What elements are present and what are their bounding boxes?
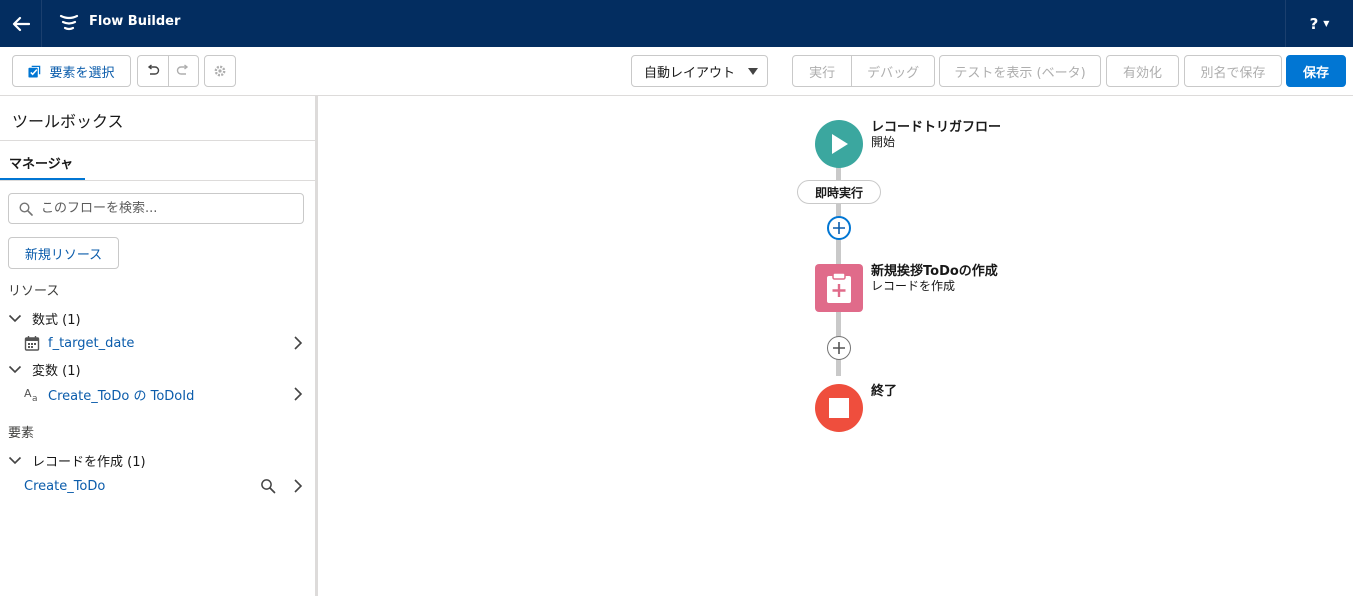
stop-icon [829, 398, 849, 418]
settings-button[interactable] [204, 55, 236, 87]
variable-group-label: 変数 (1) [32, 363, 81, 379]
undo-button[interactable] [138, 56, 168, 86]
add-element-button[interactable] [827, 216, 851, 240]
save-button[interactable]: 保存 [1286, 55, 1346, 87]
toolbox-panel: ツールボックス マネージャ 新規リソース リソース 数式 (1) f_targe… [0, 96, 318, 596]
create-record-group-label: レコードを作成 (1) [32, 454, 146, 470]
chevron-down-icon [8, 314, 22, 323]
checkbox-select-icon [28, 65, 41, 78]
resource-item-label: Create_ToDo の ToDoId [48, 388, 195, 404]
layout-value: 自動レイアウト [644, 65, 736, 81]
dropdown-arrow-icon [748, 68, 758, 75]
chevron-down-icon [8, 365, 22, 374]
undo-icon [147, 64, 159, 75]
run-debug-group: 実行 デバッグ [792, 55, 935, 87]
resource-item-variable[interactable]: A a Create_ToDo の ToDoId [24, 383, 308, 405]
undo-redo-group [137, 55, 199, 87]
create-record-node[interactable] [815, 264, 863, 312]
save-as-button[interactable]: 別名で保存 [1184, 55, 1282, 87]
variable-group-toggle[interactable]: 変数 (1) [8, 359, 308, 379]
elements-label: 要素 [8, 426, 35, 441]
caret-down-icon: ▼ [1323, 19, 1330, 28]
tab-manager[interactable]: マネージャ [0, 141, 85, 181]
search-icon [19, 201, 33, 216]
start-node[interactable] [815, 120, 863, 168]
add-element-button[interactable] [827, 336, 851, 360]
start-node-subtitle: 開始 [871, 135, 896, 149]
end-node-title: 終了 [871, 384, 898, 399]
end-node[interactable] [815, 384, 863, 432]
help-button[interactable]: ? ▼ [1285, 0, 1353, 47]
app-title: Flow Builder [89, 14, 181, 29]
clipboard-plus-icon [827, 272, 851, 303]
gear-icon [214, 65, 226, 77]
new-resource-button[interactable]: 新規リソース [8, 237, 119, 269]
debug-button[interactable]: デバッグ [851, 56, 934, 86]
resource-item-formula[interactable]: f_target_date [24, 332, 308, 354]
divider [0, 180, 315, 181]
element-item-create-todo[interactable]: Create_ToDo [24, 475, 308, 497]
activate-button[interactable]: 有効化 [1106, 55, 1179, 87]
path-label-pill[interactable]: 即時実行 [797, 180, 881, 204]
redo-button[interactable] [167, 56, 199, 86]
select-elements-label: 要素を選択 [49, 65, 115, 81]
select-elements-button[interactable]: 要素を選択 [12, 55, 131, 87]
chevron-right-icon[interactable] [292, 478, 304, 494]
chevron-right-icon[interactable] [292, 386, 304, 402]
test-view-button[interactable]: テストを表示 (ベータ) [939, 55, 1101, 87]
back-button[interactable] [0, 0, 42, 47]
element-item-label: Create_ToDo [24, 478, 106, 494]
create-node-subtitle: レコードを作成 [871, 279, 956, 293]
create-record-group-toggle[interactable]: レコードを作成 (1) [8, 450, 308, 470]
resource-item-label: f_target_date [48, 335, 135, 351]
flow-icon [59, 14, 79, 31]
toolbar: 要素を選択 自動レイアウト 実行 デバッグ テストを表示 (ベータ) 有効化 別… [0, 47, 1353, 96]
resources-label: リソース [8, 284, 60, 299]
flow-search [8, 193, 304, 224]
arrow-left-icon [12, 16, 30, 31]
calendar-icon [24, 336, 40, 351]
top-header: Flow Builder ? ▼ [0, 0, 1353, 47]
redo-icon [177, 64, 189, 75]
play-icon [832, 134, 848, 154]
formula-group-label: 数式 (1) [32, 312, 81, 328]
svg-text:a: a [32, 394, 38, 402]
toolbox-title: ツールボックス [12, 112, 124, 131]
help-label: ? [1309, 14, 1319, 33]
layout-select[interactable]: 自動レイアウト [631, 55, 768, 87]
text-type-icon: A a [24, 387, 38, 402]
plus-icon [833, 222, 845, 234]
run-button[interactable]: 実行 [793, 56, 851, 86]
chevron-down-icon [8, 456, 22, 465]
flow-search-input[interactable] [41, 201, 301, 216]
formula-group-toggle[interactable]: 数式 (1) [8, 308, 308, 328]
plus-icon [833, 342, 845, 354]
svg-text:A: A [24, 387, 32, 400]
search-icon[interactable] [260, 478, 276, 494]
chevron-right-icon[interactable] [292, 335, 304, 351]
